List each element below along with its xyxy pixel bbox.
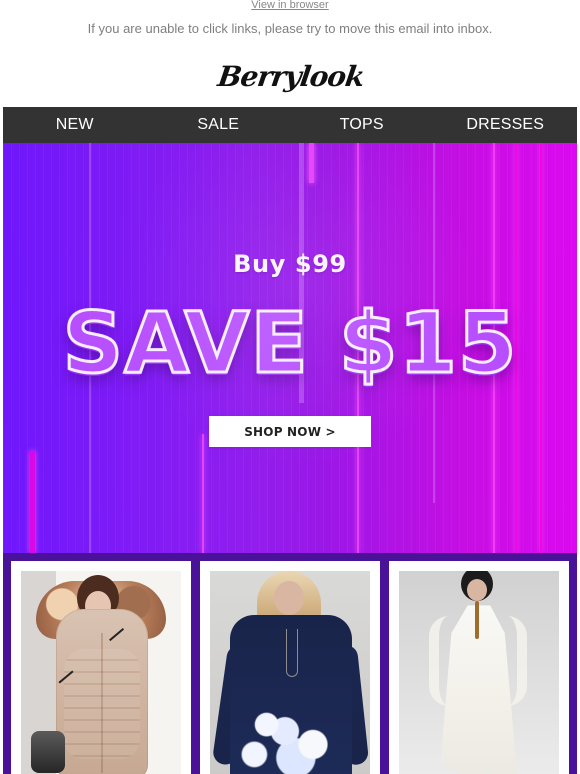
hero-save-text: SAVE $15 [61,293,518,394]
hero-buy-text: Buy $99 [233,250,347,278]
shop-now-button[interactable]: SHOP NOW > [209,416,371,447]
nav-item-new[interactable]: NEW [3,107,147,143]
brand-logo-text: Berrylook [215,60,367,93]
nav-item-dresses[interactable]: DRESSES [434,107,578,143]
nav-item-tops[interactable]: TOPS [290,107,434,143]
product-image-coat[interactable]: beige-puffer-coat [21,571,181,774]
product-card[interactable]: white-layered-dress [389,561,569,774]
product-grid: beige-puffer-coat navy-floral-tunic [3,553,577,774]
hero-light-beam [30,451,35,553]
necklace-icon [286,629,298,677]
view-in-browser-link[interactable]: View in browser [0,0,580,12]
main-navigation: NEW SALE TOPS DRESSES [3,107,577,143]
product-image-dress[interactable]: white-layered-dress [399,571,559,774]
brand-logo[interactable]: Berrylook [216,56,366,98]
model-face-icon [467,579,487,601]
product-image-tunic[interactable]: navy-floral-tunic [210,571,370,774]
email-page: View in browser If you are unable to cli… [0,0,580,774]
product-card[interactable]: navy-floral-tunic [200,561,380,774]
hero-banner[interactable]: Buy $99 SAVE $15 SHOP NOW > [3,143,577,553]
email-notice-text: If you are unable to click links, please… [87,21,493,36]
puffer-coat-icon [56,609,148,774]
nav-item-sale[interactable]: SALE [147,107,291,143]
hero-light-beam [202,434,204,553]
email-top-links: View in browser If you are unable to cli… [0,0,580,44]
handbag-icon [31,731,65,773]
necklace-icon [475,601,479,639]
model-face-icon [274,581,304,615]
product-card[interactable]: beige-puffer-coat [11,561,191,774]
product-icon-name: navy-floral-tunic [210,571,211,572]
hero-light-beam [309,143,314,183]
